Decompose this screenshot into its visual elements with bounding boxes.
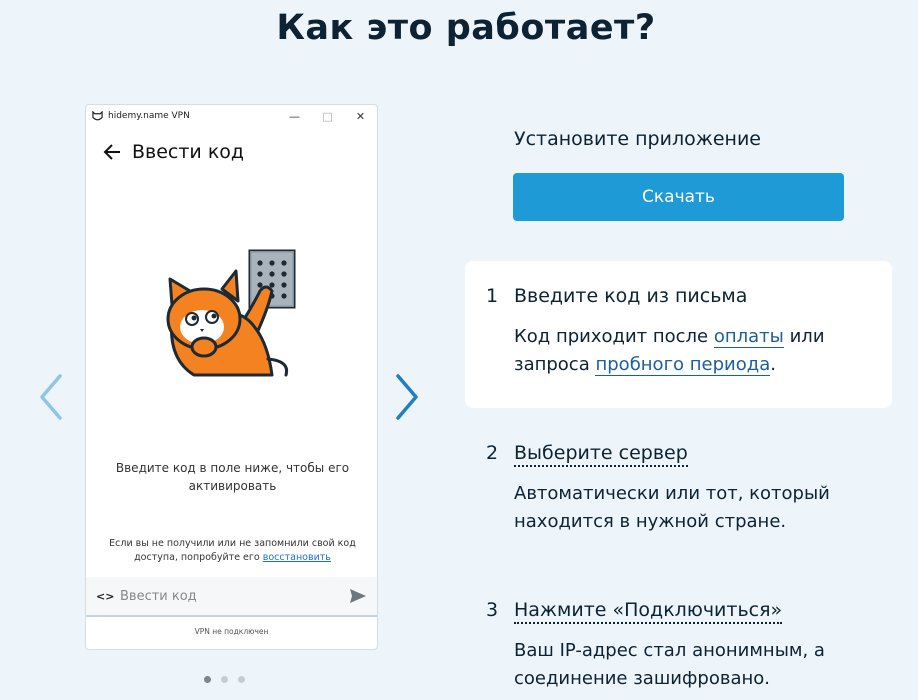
step-number: 1 (486, 285, 499, 307)
app-logo-icon (92, 110, 103, 120)
window-titlebar: hidemy.name VPN — □ ✕ (86, 105, 377, 127)
step-desc-text: . (770, 354, 776, 375)
minimize-icon[interactable]: — (278, 105, 311, 127)
carousel-dot[interactable] (204, 676, 211, 683)
install-label: Установите приложение (514, 128, 761, 150)
payment-link[interactable]: оплаты (713, 326, 784, 348)
carousel-dots (204, 676, 245, 683)
step-description: Автоматически или тот, который находится… (514, 483, 830, 532)
step-number: 2 (486, 442, 499, 464)
step-title[interactable]: Выберите сервер (514, 442, 688, 467)
code-instruction-text: Введите код в поле ниже, чтобы его актив… (115, 461, 350, 493)
download-button[interactable]: Скачать (513, 173, 844, 221)
step-title[interactable]: Нажмите «Подключиться» (514, 599, 783, 624)
step-description: Ваш IP-адрес стал анонимным, а соединени… (514, 640, 825, 689)
page-title: Как это работает? (276, 8, 656, 48)
carousel-dot[interactable] (238, 676, 245, 683)
chevron-left-icon (40, 374, 62, 420)
send-icon[interactable] (349, 588, 367, 604)
maximize-icon[interactable]: □ (311, 105, 344, 127)
cat-keypad-illustration (166, 249, 296, 377)
code-icon: <> (96, 589, 115, 603)
recovery-hint: Если вы не получили или не запомнили сво… (96, 537, 369, 565)
carousel-dot[interactable] (221, 676, 228, 683)
step-title: Введите код из письма (514, 285, 748, 307)
vpn-status-text: VPN не подключен (194, 627, 269, 636)
chevron-right-icon (396, 374, 418, 420)
carousel-next-button[interactable] (392, 372, 422, 422)
window-title: hidemy.name VPN (108, 111, 190, 121)
trial-link[interactable]: пробного периода (595, 354, 771, 376)
code-input[interactable]: Ввести код (120, 589, 349, 604)
step-desc-text: Код приходит после (514, 326, 709, 347)
recover-link[interactable]: восстановить (263, 552, 331, 563)
carousel-prev-button[interactable] (36, 372, 66, 422)
app-header-title: Ввести код (132, 141, 245, 163)
step-number: 3 (486, 599, 499, 621)
code-input-bar: <> Ввести код (86, 577, 377, 617)
step-description: Код приходит после оплаты или запроса пр… (514, 323, 874, 379)
back-arrow-icon[interactable] (102, 142, 122, 162)
app-header: Ввести код (86, 127, 377, 177)
app-screenshot: hidemy.name VPN — □ ✕ Ввести код Введите… (85, 104, 378, 650)
close-icon[interactable]: ✕ (344, 105, 377, 127)
